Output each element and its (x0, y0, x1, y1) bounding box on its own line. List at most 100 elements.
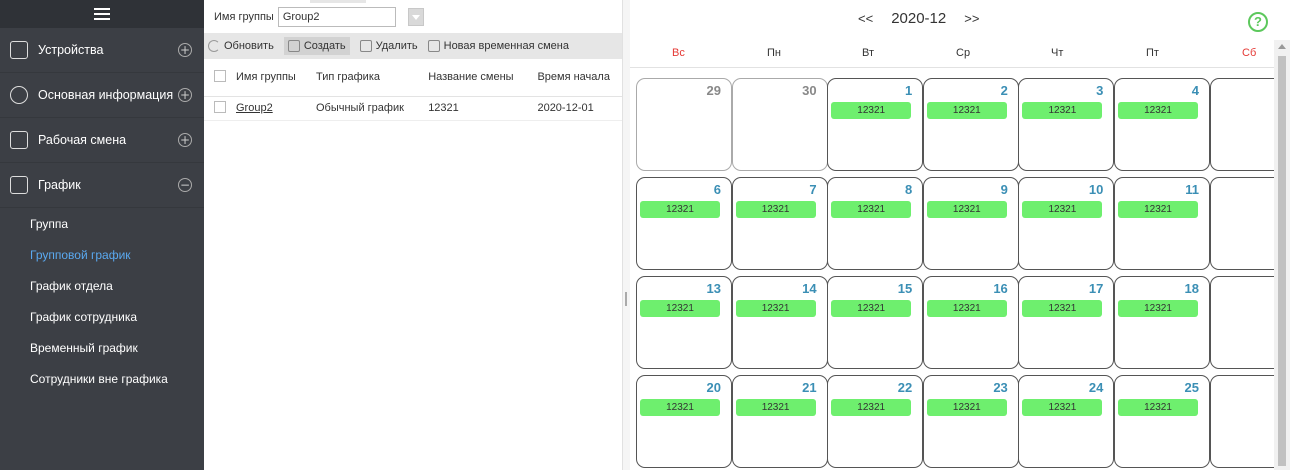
calendar-day[interactable]: 7 12321 (731, 177, 828, 270)
calendar-day[interactable]: 1 12321 (827, 78, 924, 171)
expand-icon[interactable]: + (178, 43, 192, 57)
calendar-day[interactable]: 13 12321 (636, 276, 732, 369)
shift-badge[interactable]: 12321 (1118, 300, 1198, 317)
row-checkbox[interactable] (214, 100, 226, 113)
group-link[interactable]: Group2 (236, 102, 273, 114)
next-month-button[interactable]: >> (964, 11, 979, 26)
calendar-day[interactable]: 9 12321 (922, 177, 1019, 270)
cell-schedule-type: Обычный график (305, 96, 419, 121)
create-button[interactable]: Создать (283, 37, 350, 55)
shift-badge[interactable]: 12321 (735, 300, 816, 317)
expand-icon[interactable]: + (178, 88, 192, 102)
shift-badge[interactable]: 12321 (1118, 399, 1198, 416)
shift-badge[interactable]: 12321 (1022, 102, 1103, 119)
calendar-day[interactable]: 16 12321 (922, 276, 1019, 369)
refresh-button[interactable]: Обновить (208, 40, 274, 52)
prev-month-button[interactable]: << (858, 11, 873, 26)
refresh-icon (208, 40, 220, 52)
menu-icon (94, 8, 110, 20)
calendar-header: << 2020-12 >> ? (630, 0, 1290, 40)
col-group-name[interactable]: Имя группы (226, 59, 306, 97)
calendar-day[interactable]: 4 12321 (1114, 78, 1210, 171)
select-all-cell[interactable] (204, 59, 226, 97)
table-header-row: Имя группы Тип графика Название смены Вр… (204, 59, 622, 97)
sidebar-section-basic-info[interactable]: Основная информация + (0, 73, 204, 118)
weekday-label: Пн (767, 47, 781, 59)
sidebar-collapse-button[interactable] (0, 0, 204, 28)
expand-icon[interactable]: + (178, 133, 192, 147)
calendar-day[interactable] (1209, 375, 1274, 468)
calendar-day[interactable]: 14 12321 (731, 276, 828, 369)
calendar-day[interactable]: 25 12321 (1114, 375, 1210, 468)
sidebar-item-group[interactable]: Группа (0, 208, 204, 239)
calendar-day[interactable]: 30 (731, 78, 828, 171)
row-select-cell[interactable] (204, 96, 226, 121)
shift-badge[interactable]: 12321 (831, 102, 912, 119)
help-icon[interactable]: ? (1248, 12, 1268, 32)
calendar-day[interactable] (1209, 276, 1274, 369)
sidebar-item-employee-schedule[interactable]: График сотрудника (0, 301, 204, 332)
calendar-day[interactable]: 8 12321 (827, 177, 924, 270)
calendar-day[interactable]: 20 12321 (636, 375, 732, 468)
select-all-checkbox[interactable] (214, 69, 226, 82)
shift-badge[interactable]: 12321 (1022, 399, 1103, 416)
shift-badge[interactable]: 12321 (1022, 300, 1103, 317)
col-shift-name[interactable]: Название смены (418, 59, 528, 97)
shift-badge[interactable]: 12321 (926, 300, 1007, 317)
calendar-day[interactable]: 2 12321 (922, 78, 1019, 171)
shift-badge[interactable]: 12321 (926, 201, 1007, 218)
shift-badge[interactable]: 12321 (831, 399, 912, 416)
scrollbar-thumb[interactable] (1278, 56, 1286, 466)
col-start-time[interactable]: Время начала (527, 59, 622, 97)
calendar-scrollbar[interactable] (1274, 40, 1290, 470)
dropdown-button[interactable] (407, 7, 424, 26)
day-number: 6 (713, 182, 721, 197)
calendar-day[interactable]: 15 12321 (827, 276, 924, 369)
collapse-icon[interactable]: − (178, 178, 192, 192)
sidebar-item-unscheduled-employees[interactable]: Сотрудники вне графика (0, 363, 204, 394)
delete-button[interactable]: Удалить (359, 40, 418, 52)
shift-badge[interactable]: 12321 (1022, 201, 1103, 218)
scroll-up-icon[interactable] (1278, 44, 1286, 49)
calendar-day[interactable]: 11 12321 (1114, 177, 1210, 270)
create-label: Создать (303, 40, 346, 52)
sidebar-item-group-schedule[interactable]: Групповой график (0, 239, 204, 270)
shift-badge[interactable]: 12321 (926, 102, 1007, 119)
calendar-day[interactable] (1209, 177, 1274, 270)
calendar-day[interactable]: 17 12321 (1018, 276, 1115, 369)
calendar-day[interactable]: 6 12321 (636, 177, 732, 270)
panel-splitter[interactable] (622, 0, 630, 470)
calendar-day[interactable]: 21 12321 (731, 375, 828, 468)
calendar-day[interactable]: 3 12321 (1018, 78, 1115, 171)
group-name-input[interactable]: Group2 (277, 6, 396, 27)
calendar-day[interactable]: 22 12321 (827, 375, 924, 468)
calendar-day[interactable]: 10 12321 (1018, 177, 1115, 270)
cell-group-name[interactable]: Group2 (226, 96, 306, 121)
sidebar-item-department-schedule[interactable]: График отдела (0, 270, 204, 301)
shift-badge[interactable]: 12321 (1118, 102, 1198, 119)
shift-badge[interactable]: 12321 (735, 399, 816, 416)
shift-badge[interactable]: 12321 (735, 201, 816, 218)
shift-badge[interactable]: 12321 (1118, 201, 1198, 218)
calendar-day[interactable] (1209, 78, 1274, 171)
shift-badge[interactable]: 12321 (640, 399, 720, 416)
sidebar-section-schedule[interactable]: График − (0, 163, 204, 208)
shift-badge[interactable]: 12321 (640, 300, 720, 317)
shift-badge[interactable]: 12321 (831, 300, 912, 317)
calendar-day[interactable]: 24 12321 (1018, 375, 1115, 468)
shift-badge[interactable]: 12321 (640, 201, 720, 218)
calendar-day[interactable]: 29 (636, 78, 732, 171)
table-row[interactable]: Group2 Обычный график 12321 2020-12-01 (204, 96, 622, 121)
splitter-grip-icon[interactable] (625, 292, 627, 306)
new-temp-shift-button[interactable]: Новая временная смена (427, 40, 569, 52)
day-number: 4 (1191, 83, 1199, 98)
sidebar-section-devices[interactable]: Устройства + (0, 28, 204, 73)
shift-badge[interactable]: 12321 (831, 201, 912, 218)
day-number: 10 (1088, 182, 1104, 197)
shift-badge[interactable]: 12321 (926, 399, 1007, 416)
calendar-day[interactable]: 23 12321 (922, 375, 1019, 468)
calendar-day[interactable]: 18 12321 (1114, 276, 1210, 369)
sidebar-item-temporary-schedule[interactable]: Временный график (0, 332, 204, 363)
sidebar-section-work-shift[interactable]: Рабочая смена + (0, 118, 204, 163)
col-schedule-type[interactable]: Тип графика (305, 59, 419, 97)
